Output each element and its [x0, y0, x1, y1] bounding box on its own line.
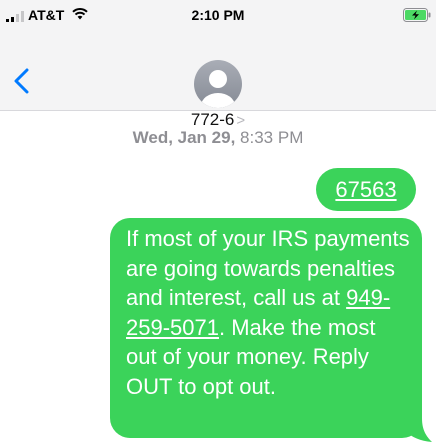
status-time: 2:10 PM — [191, 7, 245, 23]
person-icon[interactable] — [194, 60, 242, 108]
contact-number[interactable]: 772-6 — [191, 110, 234, 129]
timestamp-time: 8:33 PM — [240, 128, 304, 147]
contact-chevron-icon: > — [236, 112, 246, 129]
bubble-tail — [404, 418, 432, 442]
conversation-header: 772-6 > — [0, 30, 436, 129]
back-button[interactable] — [12, 68, 32, 94]
timestamp-date: Wed, Jan 29, — [132, 128, 236, 147]
message-code-link[interactable]: 67563 — [335, 177, 396, 202]
contact-name[interactable]: 772-6 > — [0, 110, 436, 130]
message-bubble[interactable]: 67563 — [316, 168, 416, 211]
message-bubble[interactable]: If most of your IRS payments are going t… — [110, 218, 422, 438]
message-timestamp: Wed, Jan 29, 8:33 PM — [0, 128, 436, 148]
battery-charging-icon — [403, 8, 431, 22]
status-bar: AT&T 2:10 PM — [0, 0, 436, 30]
